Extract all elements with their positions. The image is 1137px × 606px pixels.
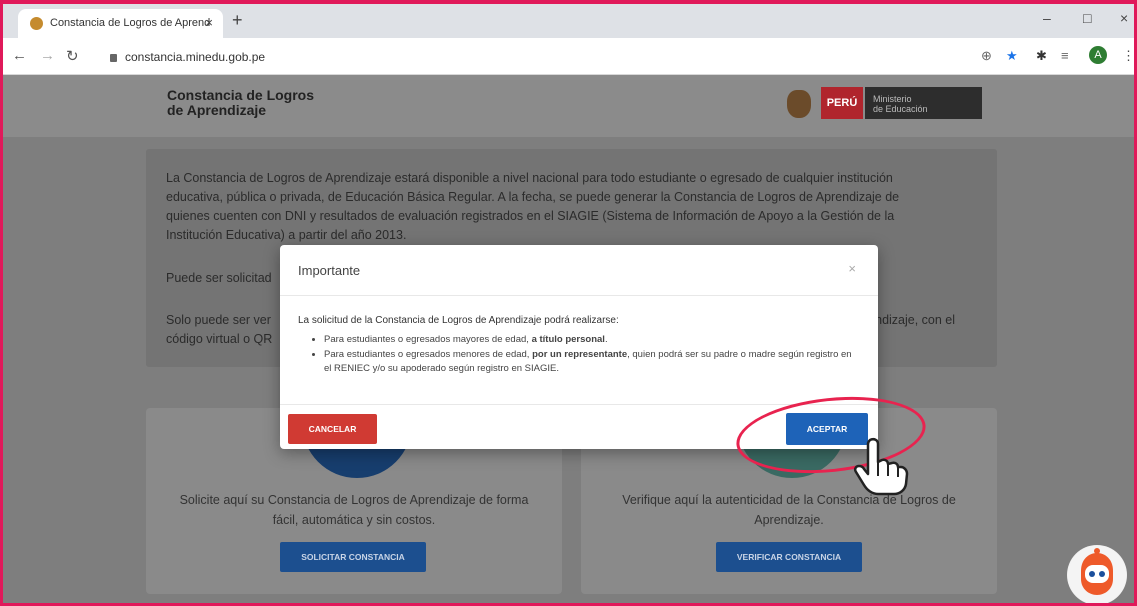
modal-close-icon[interactable]: × bbox=[848, 261, 856, 276]
info-line-1: La Constancia de Logros de Aprendizaje e… bbox=[166, 171, 893, 185]
list-item: Para estudiantes o egresados menores de … bbox=[324, 348, 854, 377]
reading-list-icon[interactable]: ≡ bbox=[1061, 48, 1069, 63]
zoom-icon[interactable]: ⊕ bbox=[981, 48, 992, 64]
browser-toolbar: ← → ↻ constancia.minedu.gob.pe ⊕ ★ ✱ ≡ A… bbox=[0, 38, 1137, 75]
peru-crest-icon bbox=[787, 90, 811, 118]
profile-avatar[interactable]: A bbox=[1089, 46, 1107, 64]
robot-mascot-icon bbox=[1067, 545, 1127, 605]
info-paragraph-2: Puede ser solicitad bbox=[166, 271, 272, 285]
lock-icon bbox=[110, 53, 117, 62]
url-text: constancia.minedu.gob.pe bbox=[125, 50, 266, 64]
site-favicon-icon bbox=[30, 17, 43, 30]
new-tab-button[interactable]: + bbox=[232, 11, 243, 29]
back-arrow-icon[interactable]: ← bbox=[12, 47, 27, 64]
list-item: Para estudiantes o egresados mayores de … bbox=[324, 333, 854, 348]
close-window-button[interactable]: × bbox=[1120, 10, 1128, 26]
ministry-logo: Ministerio de Educación bbox=[865, 87, 982, 119]
menu-kebab-icon[interactable]: ⋮ bbox=[1122, 48, 1135, 64]
info-line-3: quienes cuenten con DNI y resultados de … bbox=[166, 209, 895, 223]
forward-arrow-icon[interactable]: → bbox=[40, 47, 55, 64]
verify-card-text: Verifique aquí la autenticidad de la Con… bbox=[622, 493, 956, 527]
modal-intro-text: La solicitud de la Constancia de Logros … bbox=[298, 315, 619, 326]
modal-list: Para estudiantes o egresados mayores de … bbox=[310, 333, 854, 377]
address-bar[interactable]: constancia.minedu.gob.pe bbox=[110, 50, 265, 64]
peru-logo: PERÚ bbox=[821, 87, 863, 119]
modal-title: Importante bbox=[298, 263, 361, 278]
cancel-button[interactable]: CANCELAR bbox=[288, 414, 377, 444]
site-title: Constancia de Logros de Aprendizaje bbox=[167, 87, 315, 118]
minimize-button[interactable]: – bbox=[1043, 10, 1051, 26]
extensions-icon[interactable]: ✱ bbox=[1036, 48, 1047, 64]
info-paragraph-3-left: Solo puede ser ver bbox=[166, 313, 271, 327]
restore-button[interactable]: □ bbox=[1083, 10, 1091, 26]
modal-divider-top bbox=[280, 295, 878, 296]
info-paragraph-4: código virtual o QR bbox=[166, 332, 273, 346]
request-card-text: Solicite aquí su Constancia de Logros de… bbox=[179, 493, 529, 527]
request-certificate-button[interactable]: SOLICITAR CONSTANCIA bbox=[280, 542, 426, 572]
pointing-hand-icon bbox=[853, 437, 909, 496]
verify-certificate-button[interactable]: VERIFICAR CONSTANCIA bbox=[716, 542, 862, 572]
info-line-4: Institución Educativa) a partir del año … bbox=[166, 228, 407, 242]
bookmark-star-icon[interactable]: ★ bbox=[1006, 48, 1018, 64]
tab-close-icon[interactable]: × bbox=[205, 15, 213, 30]
info-line-2: educativa, pública o privada, de Educaci… bbox=[166, 190, 900, 204]
reload-icon[interactable]: ↻ bbox=[66, 47, 79, 65]
browser-tab-bar: Constancia de Logros de Aprend × + – □ × bbox=[0, 0, 1137, 38]
site-header: Constancia de Logros de Aprendizaje PERÚ… bbox=[0, 75, 1137, 137]
tab-title: Constancia de Logros de Aprend bbox=[50, 17, 211, 29]
browser-tab[interactable]: Constancia de Logros de Aprend × bbox=[18, 9, 223, 38]
